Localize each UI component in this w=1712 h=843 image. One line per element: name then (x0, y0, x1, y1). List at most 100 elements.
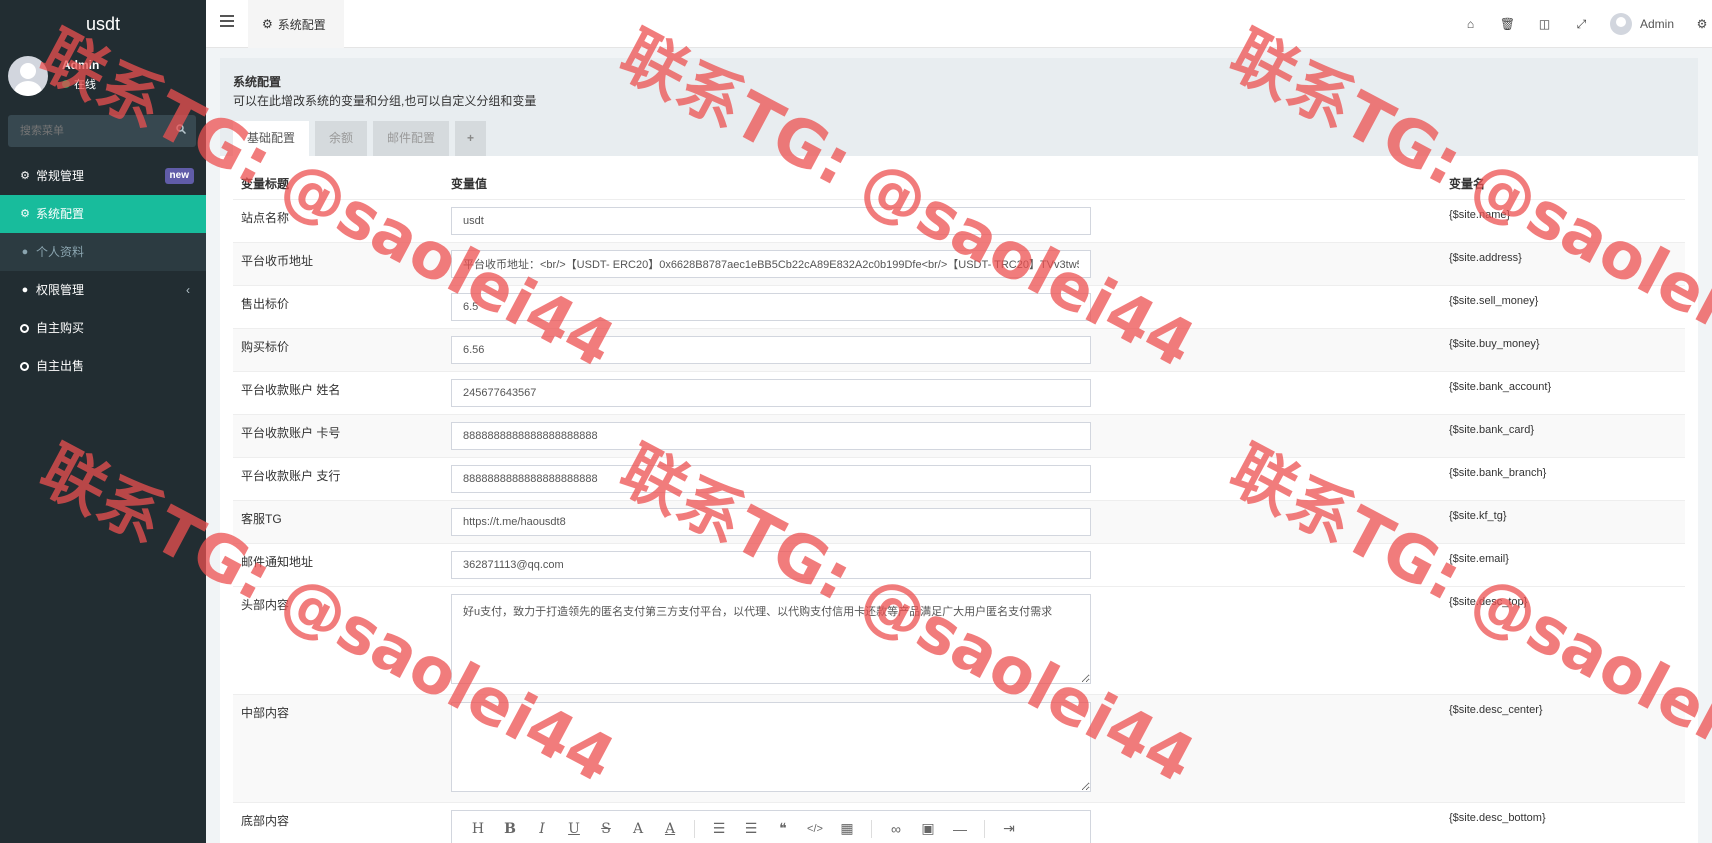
tab-system-config[interactable]: ⚙ 系统配置 (248, 0, 344, 48)
config-value-input[interactable] (451, 465, 1091, 493)
gears-icon[interactable]: ⚙ (1692, 0, 1712, 48)
tab-email[interactable]: 邮件配置 (373, 121, 450, 156)
header-name: 变量名 (1449, 177, 1486, 191)
brand-logo[interactable]: usdt (0, 0, 206, 48)
toolbar-divider (694, 819, 695, 838)
top-user-name: Admin (1639, 17, 1674, 31)
config-value-input[interactable] (451, 379, 1091, 407)
row-title: 头部内容 (241, 598, 290, 612)
table-row: 售出标价 {$site.sell_money} (233, 286, 1685, 329)
config-value-input[interactable] (451, 422, 1091, 450)
config-value-input[interactable] (451, 551, 1091, 579)
sidebar-item-self-buy[interactable]: 自主购买 (0, 309, 206, 347)
row-name: {$site.kf_tg} (1449, 510, 1507, 522)
quote-icon[interactable]: ❝ (767, 820, 799, 837)
desc-top-textarea[interactable]: 好u支付，致力于打造领先的匿名支付第三方支付平台，以代理、以代购支付信用卡还款等… (451, 594, 1091, 684)
config-value-input[interactable] (451, 293, 1091, 321)
config-value-input[interactable] (451, 508, 1091, 536)
config-value-input[interactable] (451, 250, 1091, 278)
heading-icon[interactable]: H (462, 821, 494, 837)
tab-add-button[interactable]: + (455, 121, 487, 156)
bold-icon[interactable]: B (494, 821, 526, 837)
circle-icon (20, 323, 29, 333)
table-row: 平台收款账户 姓名 {$site.bank_account} (233, 372, 1685, 415)
search-icon[interactable] (176, 124, 186, 134)
cogs-icon: ⚙ (20, 170, 30, 182)
sidebar-item-label: 系统配置 (36, 207, 85, 221)
link-icon[interactable]: ∞ (880, 821, 912, 837)
panel-header: 系统配置 可以在此增改系统的变量和分组,也可以自定义分组和变量 基础配置 余额 … (220, 58, 1698, 156)
user-icon: ● (21, 246, 29, 258)
search-input[interactable] (8, 115, 158, 147)
menu-toggle-icon[interactable] (220, 15, 234, 29)
row-title: 平台收款账户 支行 (241, 469, 341, 483)
code-icon[interactable]: </> (799, 823, 831, 835)
table-header: 变量标题 变量值 变量名 (233, 168, 1685, 200)
strikethrough-icon[interactable]: S (590, 821, 622, 837)
desc-center-textarea[interactable] (451, 702, 1091, 792)
sidebar-search (8, 115, 196, 147)
config-value-input[interactable] (451, 207, 1091, 235)
row-name: {$site.name} (1449, 209, 1511, 221)
table-row: 平台收款账户 卡号 {$site.bank_card} (233, 415, 1685, 458)
avatar (8, 56, 48, 96)
row-value-cell (451, 200, 1441, 242)
toolbar-divider (871, 819, 872, 838)
user-name: Admin (62, 58, 100, 72)
config-value-input[interactable] (451, 336, 1091, 364)
group-icon: ● (21, 284, 29, 296)
table-row: 购买标价 {$site.buy_money} (233, 329, 1685, 372)
italic-icon[interactable]: I (526, 821, 558, 837)
table-row: 客服TG {$site.kf_tg} (233, 501, 1685, 544)
row-value-cell (451, 458, 1441, 500)
config-table: 变量标题 变量值 变量名 站点名称 {$site.name} 平台收币地址 {$sit… (233, 168, 1685, 843)
tab-balance[interactable]: 余额 (315, 121, 368, 156)
row-title: 购买标价 (241, 340, 290, 354)
row-title: 中部内容 (241, 706, 290, 720)
row-name: {$site.email} (1449, 553, 1509, 565)
row-value-cell (451, 372, 1441, 414)
config-tabs: 基础配置 余额 邮件配置 + (233, 121, 487, 156)
row-title: 底部内容 (241, 814, 290, 828)
unordered-list-icon[interactable]: ☰ (735, 820, 767, 837)
sidebar-item-permission[interactable]: ● 权限管理 ‹ (0, 271, 206, 309)
table-row: 底部内容 H B I U S A A ☰ ☰ ❝ </> ▦ ∞ ▣ — ⇥ {… (233, 803, 1685, 843)
sidebar-item-label: 个人资料 (36, 245, 85, 259)
sidebar-item-label: 常规管理 (36, 169, 85, 183)
sidebar-item-system-config[interactable]: ⚙ 系统配置 (0, 195, 206, 233)
home-icon[interactable]: ⌂ (1452, 0, 1489, 48)
sidebar-item-regular[interactable]: ⚙ 常规管理 new (0, 157, 206, 195)
font-size-icon[interactable]: A (622, 821, 654, 837)
fullscreen-icon[interactable]: ⤢ (1563, 0, 1600, 48)
sidebar-item-profile[interactable]: ● 个人资料 (0, 233, 206, 271)
row-title: 客服TG (241, 512, 282, 526)
tab-basic[interactable]: 基础配置 (233, 121, 310, 156)
page-description: 可以在此增改系统的变量和分组,也可以自定义分组和变量 (233, 94, 537, 108)
language-icon[interactable]: ◫ (1526, 0, 1563, 48)
row-name: {$site.address} (1449, 252, 1522, 264)
sidebar-item-label: 自主出售 (36, 359, 85, 373)
top-icons: ⌂ 🗑 ◫ ⤢ Admin ⚙ (1452, 0, 1712, 48)
trash-icon[interactable]: 🗑 (1489, 0, 1526, 48)
table-icon[interactable]: ▦ (831, 820, 863, 837)
font-color-icon[interactable]: A (654, 821, 686, 837)
ordered-list-icon[interactable]: ☰ (703, 820, 735, 837)
avatar (1609, 13, 1632, 35)
image-icon[interactable]: ▣ (912, 820, 944, 837)
row-name: {$site.desc_bottom} (1449, 812, 1546, 824)
sidebar-menu: ⚙ 常规管理 new ⚙ 系统配置 ● 个人资料 ● 权限管理 ‹ 自主购买 自… (0, 157, 206, 385)
indent-icon[interactable]: ⇥ (993, 820, 1025, 837)
tab-label: 系统配置 (277, 17, 326, 32)
horizontal-rule-icon[interactable]: — (944, 821, 976, 837)
page-title: 系统配置 (233, 75, 282, 89)
table-row: 站点名称 {$site.name} (233, 200, 1685, 243)
row-name: {$site.sell_money} (1449, 295, 1539, 307)
row-title: 站点名称 (241, 211, 290, 225)
underline-icon[interactable]: U (558, 821, 590, 837)
top-user-menu[interactable]: Admin (1600, 13, 1692, 35)
editor-toolbar: H B I U S A A ☰ ☰ ❝ </> ▦ ∞ ▣ — ⇥ (451, 810, 1091, 843)
sidebar-item-label: 权限管理 (36, 283, 85, 297)
gear-icon: ⚙ (20, 208, 30, 220)
row-name: {$site.desc_top} (1449, 596, 1528, 608)
sidebar-item-self-sell[interactable]: 自主出售 (0, 347, 206, 385)
